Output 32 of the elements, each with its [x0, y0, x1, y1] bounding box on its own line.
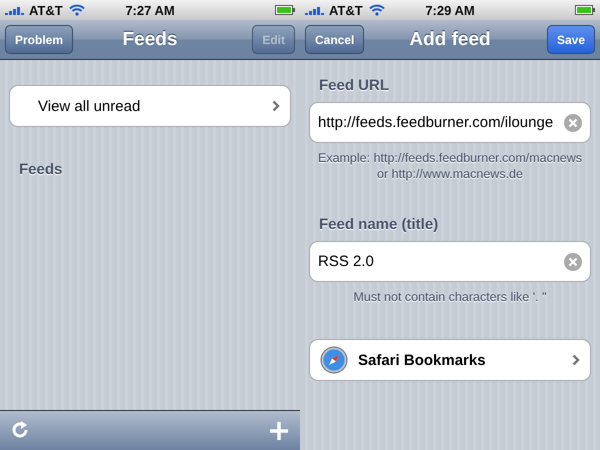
wifi-icon: [68, 4, 85, 16]
text-field[interactable]: http://feeds.feedburner.com/ilounge: [309, 102, 591, 143]
left-nav-button[interactable]: Cancel: [305, 25, 364, 54]
clear-icon[interactable]: [564, 252, 582, 270]
add-icon[interactable]: [270, 422, 288, 440]
hint-text: or http://www.macnews.de: [376, 166, 524, 182]
chevron-icon: [572, 354, 580, 366]
right-nav-button[interactable]: Save: [546, 25, 595, 54]
wifi-icon: [368, 4, 385, 16]
battery-icon: [575, 5, 595, 15]
list-row[interactable]: View all unread: [9, 85, 291, 127]
signal-icon: [305, 5, 325, 15]
text-field[interactable]: RSS 2.0: [309, 241, 591, 282]
battery-icon: [275, 5, 295, 15]
left-nav-button[interactable]: Problem: [5, 25, 74, 54]
status-time: 7:27 AM: [125, 2, 175, 18]
nav-title: Feeds: [122, 28, 178, 50]
hint-text: Example: http://feeds.feedburner.com/macnews: [316, 150, 584, 166]
nav-title: Add feed: [409, 28, 491, 50]
chevron-icon: [272, 100, 280, 112]
bookmarks-row[interactable]: Safari Bookmarks: [309, 339, 591, 381]
section-header: Feeds: [18, 161, 64, 178]
refresh-icon[interactable]: [12, 420, 30, 440]
compass-icon: [320, 346, 348, 374]
status-time: 7:29 AM: [425, 2, 475, 18]
carrier-name: AT&T: [329, 2, 363, 18]
carrier-name: AT&T: [29, 2, 63, 18]
field-label: Feed name (title): [318, 216, 440, 233]
field-label: Feed URL: [318, 77, 390, 94]
signal-icon: [5, 5, 25, 15]
clear-icon[interactable]: [564, 114, 582, 132]
hint-text: Must not contain characters like '. ": [352, 289, 548, 305]
